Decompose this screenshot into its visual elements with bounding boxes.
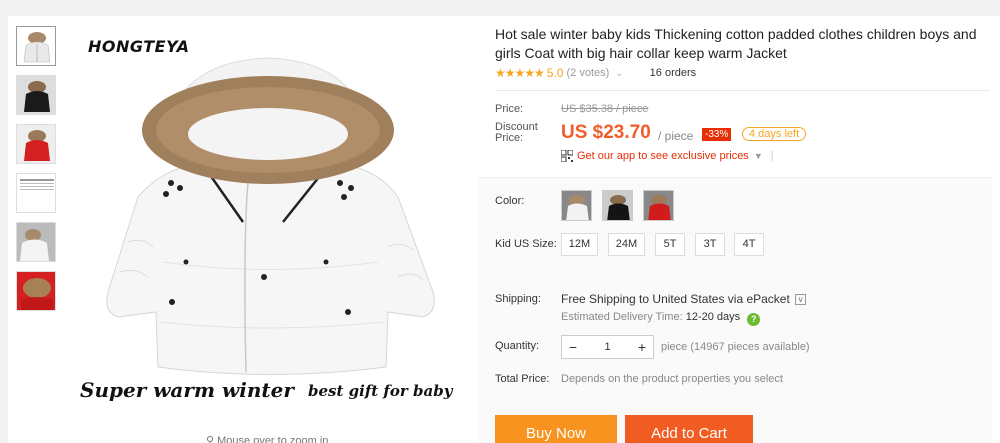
quantity-label: Quantity: bbox=[495, 340, 540, 352]
price-unit: / piece bbox=[658, 129, 694, 143]
total-price-label: Total Price: bbox=[495, 373, 550, 385]
original-price: US $35.38 / piece bbox=[561, 103, 649, 115]
color-swatch-red[interactable] bbox=[643, 190, 674, 221]
size-option-12m[interactable]: 12M bbox=[561, 233, 598, 256]
rating-value: 5.0 bbox=[546, 66, 564, 80]
image-caption-right: best gift for baby bbox=[308, 382, 453, 400]
chevron-down-icon[interactable]: ⌄ bbox=[615, 68, 623, 79]
options-section: Color: Kid US Size: 12M 24M 5T 3T 4T Shi… bbox=[478, 177, 992, 443]
size-option-5t[interactable]: 5T bbox=[655, 233, 685, 256]
discount-badge: -33% bbox=[702, 128, 732, 141]
votes-count[interactable]: (2 votes) bbox=[566, 67, 609, 79]
star-rating-icon: ★★★★★ bbox=[495, 66, 545, 80]
thumbnail-list bbox=[16, 26, 58, 320]
quantity-available: piece (14967 pieces available) bbox=[661, 341, 810, 353]
delivery-days: 12-20 days bbox=[685, 311, 741, 323]
color-label: Color: bbox=[495, 195, 525, 207]
app-promo-link[interactable]: Get our app to see exclusive prices ▼ | bbox=[561, 150, 774, 162]
thumbnail-red-jacket-detail[interactable] bbox=[16, 271, 56, 311]
buy-now-button[interactable]: Buy Now bbox=[495, 415, 617, 443]
size-label: Kid US Size: bbox=[495, 238, 557, 250]
days-left-badge: 4 days left bbox=[742, 127, 807, 141]
size-option-4t[interactable]: 4T bbox=[734, 233, 764, 256]
help-icon[interactable]: ? bbox=[747, 313, 761, 326]
chevron-down-icon[interactable]: v bbox=[795, 294, 807, 305]
quantity-input[interactable] bbox=[584, 341, 631, 353]
quantity-stepper: − + bbox=[561, 335, 654, 359]
size-option-3t[interactable]: 3T bbox=[695, 233, 725, 256]
product-title: Hot sale winter baby kids Thickening cot… bbox=[495, 26, 977, 61]
thumbnail-red-jacket[interactable] bbox=[16, 124, 56, 164]
decrease-quantity-button[interactable]: − bbox=[562, 339, 584, 355]
price-label: Price: bbox=[495, 103, 524, 115]
product-info: Hot sale winter baby kids Thickening cot… bbox=[478, 18, 992, 443]
app-promo-text: Get our app to see exclusive prices bbox=[577, 150, 749, 162]
estimated-delivery: Estimated Delivery Time: 12-20 days ? bbox=[561, 311, 761, 326]
zoom-hint: ⚲ Mouse over to zoom in bbox=[206, 434, 328, 443]
brand-logo-text: HONGTEYA bbox=[88, 37, 190, 56]
thumbnail-white-jacket-detail[interactable] bbox=[16, 222, 56, 262]
increase-quantity-button[interactable]: + bbox=[631, 339, 653, 355]
qr-code-icon bbox=[561, 150, 573, 162]
main-product-image[interactable]: HONGTEYA Super warm winter best gift for… bbox=[68, 22, 476, 443]
promo-separator: | bbox=[770, 150, 774, 162]
color-swatch-black[interactable] bbox=[602, 190, 633, 221]
caret-down-icon: ▼ bbox=[753, 151, 763, 161]
size-option-24m[interactable]: 24M bbox=[608, 233, 645, 256]
shipping-destination[interactable]: United States via ePacket bbox=[652, 292, 789, 306]
magnifier-icon: ⚲ bbox=[206, 435, 215, 443]
discount-price: US $23.70 bbox=[561, 122, 651, 143]
thumbnail-size-chart[interactable] bbox=[16, 173, 56, 213]
image-caption-left: Super warm winter bbox=[80, 378, 294, 402]
total-price-note: Depends on the product properties you se… bbox=[561, 373, 783, 385]
add-to-cart-button[interactable]: Add to Cart bbox=[625, 415, 753, 443]
color-swatch-white[interactable] bbox=[561, 190, 592, 221]
discount-price-label: Discount Price: bbox=[495, 121, 538, 144]
shipping-info: Free Shipping to United States via ePack… bbox=[561, 292, 807, 306]
thumbnail-white-jacket[interactable] bbox=[16, 26, 56, 66]
divider bbox=[495, 90, 990, 91]
thumbnail-black-jacket[interactable] bbox=[16, 75, 56, 115]
shipping-label: Shipping: bbox=[495, 293, 541, 305]
orders-count: 16 orders bbox=[649, 67, 697, 79]
page: HONGTEYA Super warm winter best gift for… bbox=[0, 0, 1000, 443]
rating-row: ★★★★★ 5.0 (2 votes) ⌄ 16 orders bbox=[495, 66, 696, 80]
